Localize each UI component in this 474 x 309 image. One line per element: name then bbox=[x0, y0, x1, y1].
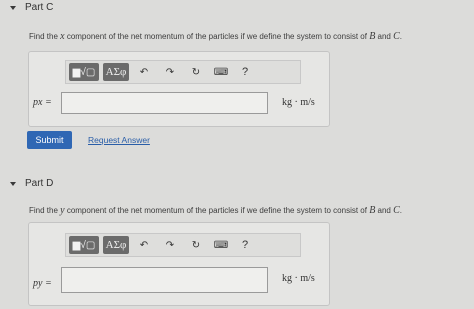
part-c-title: Part C bbox=[25, 2, 54, 13]
part-d-answer-box: ▆√▢ ΑΣφ ↶ ↷ ↻ ⌨ ? py = kg · m/s bbox=[28, 222, 330, 306]
collapse-caret-icon[interactable] bbox=[10, 5, 16, 10]
undo-icon[interactable]: ↶ bbox=[133, 236, 155, 254]
redo-icon[interactable]: ↷ bbox=[159, 236, 181, 254]
part-c-header[interactable]: Part C bbox=[10, 2, 53, 13]
part-c-answer-box: ▆√▢ ΑΣφ ↶ ↷ ↻ ⌨ ? px = kg · m/s bbox=[28, 51, 330, 127]
greek-symbols-button[interactable]: ΑΣφ bbox=[103, 236, 129, 254]
help-icon[interactable]: ? bbox=[235, 236, 255, 254]
collapse-caret-icon[interactable] bbox=[10, 181, 16, 186]
keyboard-icon[interactable]: ⌨ bbox=[211, 236, 231, 254]
reset-icon[interactable]: ↻ bbox=[185, 236, 207, 254]
templates-button[interactable]: ▆√▢ bbox=[69, 63, 99, 81]
px-unit: kg · m/s bbox=[282, 97, 315, 108]
keyboard-icon[interactable]: ⌨ bbox=[211, 63, 231, 81]
px-answer-input[interactable] bbox=[61, 92, 268, 114]
request-answer-link[interactable]: Request Answer bbox=[88, 135, 150, 145]
part-c-question: Find the x component of the net momentum… bbox=[29, 31, 403, 42]
templates-button[interactable]: ▆√▢ bbox=[69, 236, 99, 254]
px-label: px = bbox=[33, 97, 52, 108]
py-label: py = bbox=[33, 278, 52, 289]
part-d-title: Part D bbox=[25, 178, 54, 189]
reset-icon[interactable]: ↻ bbox=[185, 63, 207, 81]
py-answer-input[interactable] bbox=[61, 267, 268, 293]
submit-button[interactable]: Submit bbox=[27, 131, 72, 149]
part-d-header[interactable]: Part D bbox=[10, 178, 53, 189]
help-icon[interactable]: ? bbox=[235, 63, 255, 81]
part-d-math-toolbar: ▆√▢ ΑΣφ ↶ ↷ ↻ ⌨ ? bbox=[65, 233, 301, 257]
greek-symbols-button[interactable]: ΑΣφ bbox=[103, 63, 129, 81]
py-unit: kg · m/s bbox=[282, 273, 315, 284]
part-c-math-toolbar: ▆√▢ ΑΣφ ↶ ↷ ↻ ⌨ ? bbox=[65, 60, 301, 84]
part-d-question: Find the y component of the net momentum… bbox=[29, 205, 403, 216]
undo-icon[interactable]: ↶ bbox=[133, 63, 155, 81]
redo-icon[interactable]: ↷ bbox=[159, 63, 181, 81]
